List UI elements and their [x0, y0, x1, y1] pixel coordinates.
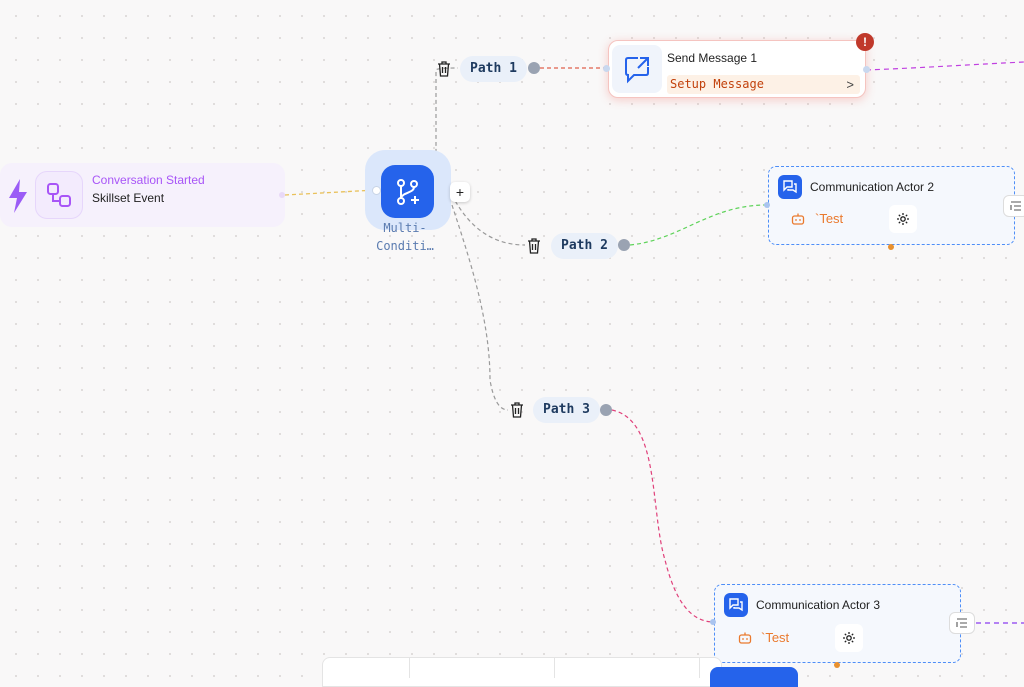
setup-message-button[interactable]: Setup Message > — [667, 75, 860, 94]
bot-icon — [738, 632, 752, 644]
chevron-right-icon: > — [846, 77, 854, 92]
send-message-output-handle[interactable] — [863, 66, 870, 73]
actor-3-input-handle[interactable] — [710, 619, 716, 625]
list-icon — [956, 618, 967, 628]
git-branch-plus-icon — [396, 178, 419, 205]
connection-edges — [284, 61, 1024, 624]
actor-2-test-label: `Test — [815, 211, 844, 226]
path-2-handle[interactable] — [618, 239, 630, 251]
trigger-subtitle: Skillset Event — [92, 191, 165, 205]
setup-message-label: Setup Message — [670, 77, 764, 91]
bottom-toolbar[interactable] — [322, 657, 722, 687]
trash-icon[interactable] — [437, 61, 451, 77]
toolbar-primary-button[interactable] — [710, 667, 798, 687]
gear-icon — [843, 632, 855, 644]
message-share-icon — [612, 45, 662, 93]
toolbar-divider — [699, 658, 700, 678]
actor-3-test-label: `Test — [761, 630, 790, 645]
actor-3-title: Communication Actor 3 — [756, 598, 881, 612]
path-1-handle[interactable] — [528, 62, 540, 74]
actor-2-title: Communication Actor 2 — [810, 180, 935, 194]
path-1-pill[interactable]: Path 1 — [460, 56, 527, 82]
multi-condition-label: Multi-Conditi… — [376, 221, 434, 253]
trash-icon[interactable] — [510, 402, 524, 418]
add-path-button[interactable]: + — [450, 182, 470, 202]
send-message-input-handle[interactable] — [603, 65, 610, 72]
send-message-title: Send Message 1 — [667, 51, 758, 65]
actor-3-settings-button[interactable] — [835, 624, 863, 652]
trash-icon[interactable] — [527, 238, 541, 254]
toolbar-divider — [554, 658, 555, 678]
path-3-handle[interactable] — [600, 404, 612, 416]
bot-icon — [791, 213, 805, 225]
path-3-pill[interactable]: Path 3 — [533, 397, 600, 423]
chat-bubbles-icon — [778, 175, 802, 199]
chat-bubbles-icon — [724, 593, 748, 617]
trigger-title: Conversation Started — [92, 173, 205, 187]
warning-icon: ! — [856, 33, 874, 51]
actor-3-bottom-handle[interactable] — [834, 662, 840, 668]
trigger-output-handle[interactable] — [279, 192, 285, 198]
actor-2-bottom-handle[interactable] — [888, 244, 894, 250]
actor-2-input-handle[interactable] — [764, 202, 770, 208]
gear-icon — [897, 213, 909, 225]
actor-2-settings-button[interactable] — [889, 205, 917, 233]
multi-condition-button[interactable] — [381, 165, 434, 218]
multi-condition-input-handle[interactable] — [372, 186, 381, 195]
actor-3-list-button[interactable] — [949, 612, 975, 634]
list-icon — [1010, 201, 1021, 211]
path-2-pill[interactable]: Path 2 — [551, 233, 618, 259]
toolbar-divider — [409, 658, 410, 678]
actor-2-list-button[interactable] — [1003, 195, 1024, 217]
workflow-nodes-icon — [35, 171, 83, 219]
bolt-icon — [9, 179, 27, 213]
